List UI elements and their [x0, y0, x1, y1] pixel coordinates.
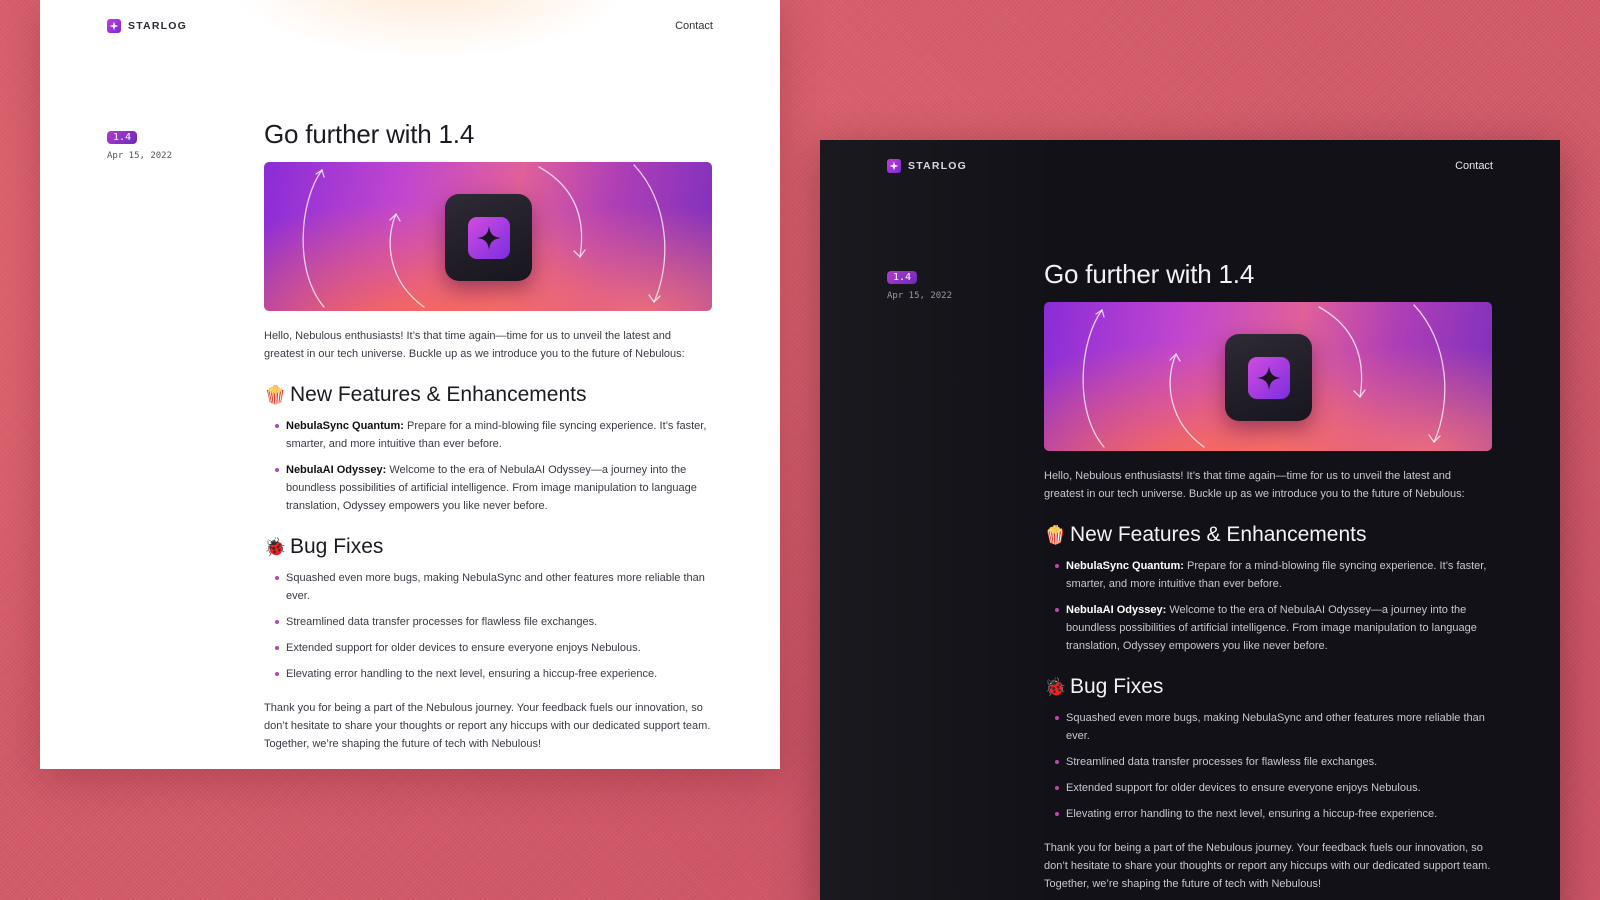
contact-link[interactable]: Contact	[1455, 160, 1493, 172]
brand[interactable]: STARLOG	[887, 159, 967, 173]
brand[interactable]: STARLOG	[107, 19, 187, 33]
page-title: Go further with 1.4	[264, 119, 475, 149]
features-heading-text: New Features & Enhancements	[290, 383, 587, 406]
list-item: NebulaAI Odyssey: Welcome to the era of …	[264, 461, 712, 515]
top-bar: STARLOG Contact	[107, 17, 713, 35]
bugfixes-heading-text: Bug Fixes	[290, 535, 384, 558]
page-title: Go further with 1.4	[1044, 259, 1255, 289]
release-article: Go further with 1.4 Hello, Nebulous enth…	[264, 119, 712, 753]
feature-name: NebulaAI Odyssey:	[286, 464, 387, 476]
light-theme-preview: STARLOG Contact 1.4 Apr 15, 2022 Go furt…	[40, 0, 780, 769]
bugfixes-heading: 🐞 Bug Fixes	[1044, 675, 1492, 699]
brand-name: STARLOG	[128, 20, 187, 32]
popcorn-icon: 🍿	[264, 384, 287, 405]
dark-theme-preview: STARLOG Contact 1.4 Apr 15, 2022 Go furt…	[820, 140, 1560, 900]
outro-paragraph: Thank you for being a part of the Nebulo…	[1044, 842, 1491, 890]
features-heading-text: New Features & Enhancements	[1070, 523, 1367, 546]
app-icon	[1225, 334, 1312, 421]
list-item: Elevating error handling to the next lev…	[1044, 805, 1492, 823]
feature-name: NebulaSync Quantum:	[286, 420, 404, 432]
list-item: Squashed even more bugs, making NebulaSy…	[1044, 709, 1492, 745]
contact-link[interactable]: Contact	[675, 20, 713, 32]
release-date: Apr 15, 2022	[107, 151, 173, 161]
sparkle-icon	[887, 159, 901, 173]
feature-name: NebulaSync Quantum:	[1066, 560, 1184, 572]
brand-name: STARLOG	[908, 160, 967, 172]
list-item: Streamlined data transfer processes for …	[1044, 753, 1492, 771]
features-heading: 🍿 New Features & Enhancements	[264, 383, 712, 407]
intro-paragraph: Hello, Nebulous enthusiasts! It’s that t…	[264, 330, 685, 360]
bugfixes-heading: 🐞 Bug Fixes	[264, 535, 712, 559]
version-badge: 1.4	[107, 131, 138, 144]
features-list: NebulaSync Quantum: Prepare for a mind-b…	[1044, 557, 1492, 655]
intro-paragraph: Hello, Nebulous enthusiasts! It’s that t…	[1044, 470, 1465, 500]
release-meta: 1.4 Apr 15, 2022	[887, 267, 952, 301]
list-item: Squashed even more bugs, making NebulaSy…	[264, 569, 712, 605]
list-item: NebulaSync Quantum: Prepare for a mind-b…	[264, 417, 712, 453]
bugfixes-heading-text: Bug Fixes	[1070, 675, 1164, 698]
release-meta: 1.4 Apr 15, 2022	[107, 127, 172, 161]
top-bar: STARLOG Contact	[887, 157, 1493, 175]
bug-icon: 🐞	[1044, 676, 1067, 697]
list-item: Streamlined data transfer processes for …	[264, 613, 712, 631]
sparkle-icon	[107, 19, 121, 33]
features-list: NebulaSync Quantum: Prepare for a mind-b…	[264, 417, 712, 515]
app-icon	[445, 194, 532, 281]
hero-banner	[264, 162, 712, 311]
hero-banner	[1044, 302, 1492, 451]
list-item: Extended support for older devices to en…	[264, 639, 712, 657]
outro-paragraph: Thank you for being a part of the Nebulo…	[264, 702, 711, 750]
sparkle-icon	[467, 216, 510, 259]
list-item: Elevating error handling to the next lev…	[264, 665, 712, 683]
sparkle-icon	[1247, 356, 1290, 399]
bugfixes-list: Squashed even more bugs, making NebulaSy…	[1044, 709, 1492, 823]
bugfixes-list: Squashed even more bugs, making NebulaSy…	[264, 569, 712, 683]
popcorn-icon: 🍿	[1044, 524, 1067, 545]
list-item: NebulaSync Quantum: Prepare for a mind-b…	[1044, 557, 1492, 593]
release-article: Go further with 1.4 Hello, Nebulous enth…	[1044, 259, 1492, 893]
features-heading: 🍿 New Features & Enhancements	[1044, 523, 1492, 547]
release-date: Apr 15, 2022	[887, 291, 953, 301]
version-badge: 1.4	[887, 271, 918, 284]
feature-name: NebulaAI Odyssey:	[1066, 604, 1167, 616]
list-item: NebulaAI Odyssey: Welcome to the era of …	[1044, 601, 1492, 655]
bug-icon: 🐞	[264, 536, 287, 557]
list-item: Extended support for older devices to en…	[1044, 779, 1492, 797]
